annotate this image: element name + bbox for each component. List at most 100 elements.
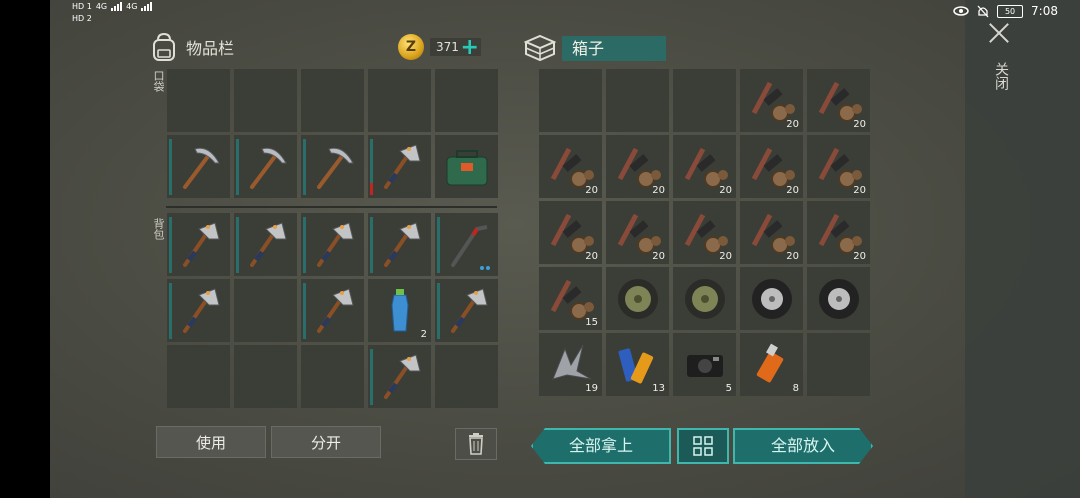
hatchet-icon bbox=[384, 222, 421, 267]
item-count: 15 bbox=[585, 317, 598, 328]
hatchet-icon bbox=[250, 222, 287, 267]
grey-tire-icon bbox=[819, 279, 859, 319]
usb-stick-icon bbox=[756, 343, 784, 383]
slot-grey-tire[interactable] bbox=[740, 267, 803, 330]
empty-slot[interactable] bbox=[301, 69, 364, 132]
take-all-button[interactable]: 全部拿上 bbox=[531, 428, 671, 464]
item-count: 20 bbox=[652, 251, 665, 262]
slot-camera[interactable]: 5 bbox=[673, 333, 736, 396]
item-count: 20 bbox=[786, 185, 799, 196]
grey-tire-icon bbox=[752, 279, 792, 319]
slot-hatchet[interactable] bbox=[435, 279, 498, 342]
right-panel-background bbox=[965, 0, 1080, 498]
slot-pipe-parts[interactable]: 20 bbox=[539, 201, 602, 264]
slot-grey-tire[interactable] bbox=[807, 267, 870, 330]
camera-icon bbox=[687, 355, 723, 377]
slot-scrap-metal[interactable]: 19 bbox=[539, 333, 602, 396]
inventory-title: 物品栏 bbox=[186, 39, 235, 58]
add-coins-button[interactable]: + bbox=[460, 35, 478, 60]
slot-crowbar[interactable] bbox=[435, 213, 498, 276]
coin-display: Z 371 + bbox=[398, 34, 481, 60]
slot-green-wheel[interactable] bbox=[673, 267, 736, 330]
slot-hatchet[interactable] bbox=[167, 213, 230, 276]
battery-icon: 50 bbox=[997, 4, 1024, 18]
slot-toolbox[interactable] bbox=[435, 135, 498, 198]
empty-slot[interactable] bbox=[167, 345, 230, 408]
sim1-label: HD 1 bbox=[72, 2, 92, 11]
backpack-label: 背包 bbox=[152, 218, 165, 240]
empty-slot[interactable] bbox=[301, 345, 364, 408]
slot-hatchet[interactable] bbox=[368, 213, 431, 276]
put-all-button[interactable]: 全部放入 bbox=[733, 428, 873, 464]
slot-hatchet[interactable] bbox=[368, 135, 431, 198]
status-bar-right: 50 7:08 bbox=[953, 4, 1058, 18]
slot-pipe-parts[interactable]: 20 bbox=[807, 201, 870, 264]
left-black-strip bbox=[0, 0, 50, 498]
slot-pipe-parts[interactable]: 20 bbox=[740, 135, 803, 198]
slot-hatchet[interactable] bbox=[234, 213, 297, 276]
slot-hatchet[interactable] bbox=[368, 345, 431, 408]
slot-pickaxe[interactable] bbox=[234, 135, 297, 198]
slot-pipe-parts[interactable]: 20 bbox=[539, 135, 602, 198]
slot-pipe-parts[interactable]: 20 bbox=[673, 201, 736, 264]
trash-button[interactable] bbox=[455, 428, 497, 460]
coin-count-box: 371 + bbox=[430, 35, 481, 60]
empty-slot[interactable] bbox=[807, 333, 870, 396]
sort-button[interactable] bbox=[677, 428, 729, 464]
inventory-header: 物品栏 bbox=[150, 32, 234, 62]
green-wheel-icon bbox=[685, 279, 725, 319]
item-count: 8 bbox=[792, 383, 799, 394]
empty-slot[interactable] bbox=[606, 69, 669, 132]
slot-hatchet[interactable] bbox=[301, 279, 364, 342]
signal-icon bbox=[111, 1, 123, 11]
empty-slot[interactable] bbox=[234, 69, 297, 132]
slot-hatchet[interactable] bbox=[301, 213, 364, 276]
slot-pipe-parts[interactable]: 20 bbox=[807, 69, 870, 132]
item-count: 20 bbox=[786, 251, 799, 262]
slot-green-wheel[interactable] bbox=[606, 267, 669, 330]
coin-count: 371 bbox=[436, 40, 459, 54]
pickaxe-icon bbox=[317, 147, 354, 189]
slot-pipe-parts[interactable]: 20 bbox=[673, 135, 736, 198]
box-header: 箱子 bbox=[524, 34, 666, 62]
grid-sort-icon bbox=[693, 436, 713, 456]
slot-pipe-parts[interactable]: 20 bbox=[740, 201, 803, 264]
item-count: 20 bbox=[719, 185, 732, 196]
item-count: 2 bbox=[420, 329, 427, 340]
empty-slot[interactable] bbox=[234, 279, 297, 342]
empty-slot[interactable] bbox=[368, 69, 431, 132]
slot-batteries[interactable]: 13 bbox=[606, 333, 669, 396]
item-count: 20 bbox=[853, 185, 866, 196]
slot-water-bottle[interactable]: 2 bbox=[368, 279, 431, 342]
slot-pipe-parts[interactable]: 20 bbox=[807, 135, 870, 198]
slot-pickaxe[interactable] bbox=[167, 135, 230, 198]
slot-usb-stick[interactable]: 8 bbox=[740, 333, 803, 396]
close-icon[interactable] bbox=[988, 22, 1010, 44]
slot-hatchet[interactable] bbox=[167, 279, 230, 342]
use-button[interactable]: 使用 bbox=[156, 426, 266, 458]
item-count: 20 bbox=[719, 251, 732, 262]
empty-slot[interactable] bbox=[673, 69, 736, 132]
green-wheel-icon bbox=[618, 279, 658, 319]
empty-slot[interactable] bbox=[435, 69, 498, 132]
hatchet-icon bbox=[317, 222, 354, 267]
trash-icon bbox=[469, 433, 483, 455]
slot-pipe-parts[interactable]: 20 bbox=[606, 201, 669, 264]
empty-slot[interactable] bbox=[539, 69, 602, 132]
close-label[interactable]: 关闭 bbox=[991, 62, 1011, 90]
backpack-icon bbox=[153, 32, 175, 61]
pocket-label: 口袋 bbox=[152, 70, 165, 92]
empty-slot[interactable] bbox=[234, 345, 297, 408]
slot-pipe-parts[interactable]: 20 bbox=[606, 135, 669, 198]
net-type-label: 4G bbox=[95, 2, 108, 11]
pocket-grid bbox=[167, 69, 498, 198]
empty-slot[interactable] bbox=[167, 69, 230, 132]
sim2-label: HD 2 bbox=[72, 14, 92, 23]
slot-pipe-parts[interactable]: 15 bbox=[539, 267, 602, 330]
slot-pipe-parts[interactable]: 20 bbox=[740, 69, 803, 132]
item-count: 5 bbox=[725, 383, 732, 394]
split-button[interactable]: 分开 bbox=[271, 426, 381, 458]
slot-pickaxe[interactable] bbox=[301, 135, 364, 198]
signal-icon-2 bbox=[141, 1, 153, 11]
empty-slot[interactable] bbox=[435, 345, 498, 408]
